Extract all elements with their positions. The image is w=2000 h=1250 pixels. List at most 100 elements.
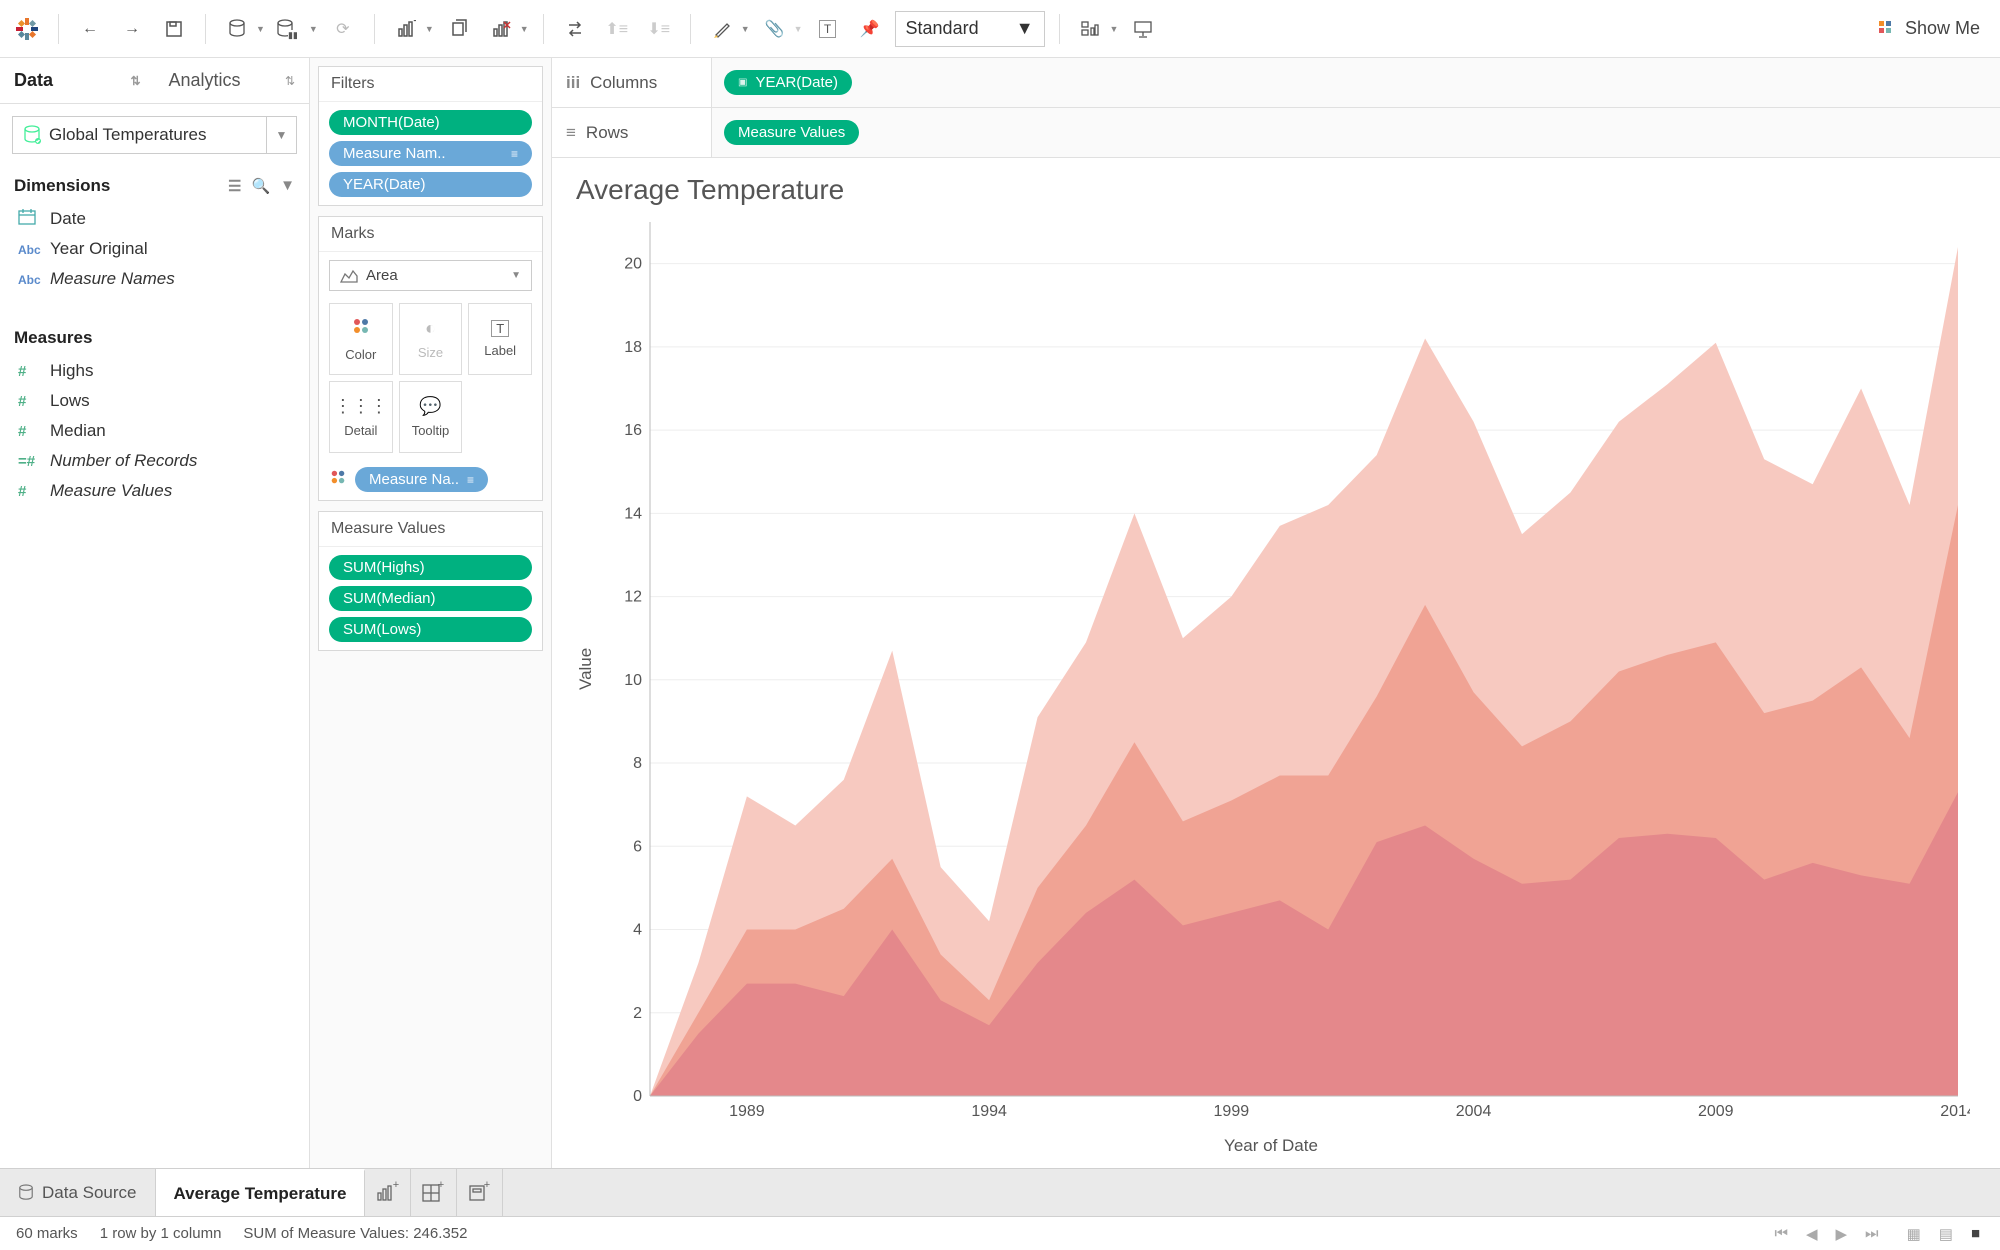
new-worksheet-button[interactable]: + — [365, 1169, 411, 1216]
duplicate-button[interactable] — [442, 12, 476, 46]
measure-lows[interactable]: #Lows — [0, 386, 309, 416]
clear-button[interactable] — [484, 12, 518, 46]
mv-pill-sum-highs-[interactable]: SUM(Highs) — [329, 555, 532, 580]
num-icon: # — [18, 363, 40, 380]
measures-header: Measures — [0, 318, 309, 354]
svg-text:12: 12 — [624, 589, 642, 606]
datasource-dropdown[interactable]: ▼ — [267, 116, 297, 154]
measure-median[interactable]: #Median — [0, 416, 309, 446]
sort-icon[interactable]: ⇅ — [285, 74, 295, 88]
fit-selector[interactable]: Standard▼ — [895, 11, 1045, 47]
area-icon — [340, 269, 358, 283]
svg-text:2: 2 — [633, 1005, 642, 1022]
mark-size-button[interactable]: ◐Size — [399, 303, 463, 375]
chart-plot[interactable]: 0246810121416182019891994199920042009201… — [600, 212, 1970, 1126]
search-icon[interactable]: 🔍 — [251, 177, 270, 195]
view-full-button[interactable]: ■ — [1967, 1223, 1984, 1245]
columns-shelf[interactable]: iiiColumns ▣YEAR(Date) — [552, 58, 2000, 108]
expand-icon: ▣ — [738, 77, 747, 88]
presentation-button[interactable] — [1126, 12, 1160, 46]
view-grid-button[interactable]: ▦ — [1903, 1223, 1925, 1245]
abc-icon: Abc — [18, 242, 40, 257]
nav-prev-button[interactable]: ◀ — [1802, 1223, 1822, 1245]
pause-data-button[interactable]: ▮▮ — [273, 12, 307, 46]
swap-button[interactable] — [558, 12, 592, 46]
mv-pill-sum-median-[interactable]: SUM(Median) — [329, 586, 532, 611]
mark-type-selector[interactable]: Area ▼ — [329, 260, 532, 291]
new-datasource-button[interactable] — [220, 12, 254, 46]
svg-text:14: 14 — [624, 505, 642, 522]
chevron-down-icon[interactable]: ▼ — [425, 24, 434, 34]
show-cards-button[interactable] — [1074, 12, 1108, 46]
measure-number-of-records[interactable]: =#Number of Records — [0, 446, 309, 476]
chevron-down-icon[interactable]: ▼ — [256, 24, 265, 34]
svg-text:20: 20 — [624, 256, 642, 273]
measure-highs[interactable]: #Highs — [0, 356, 309, 386]
num-icon: # — [18, 393, 40, 410]
showme-icon — [1877, 19, 1897, 39]
mark-label-button[interactable]: TLabel — [468, 303, 532, 375]
tab-data-source[interactable]: Data Source — [0, 1169, 156, 1216]
chevron-down-icon[interactable]: ▼ — [1110, 24, 1119, 34]
datasource-selector[interactable]: Global Temperatures — [12, 116, 267, 154]
svg-text:1999: 1999 — [1214, 1103, 1250, 1120]
tooltip-icon: 💬 — [419, 396, 441, 417]
svg-text:10: 10 — [624, 672, 642, 689]
new-story-button[interactable]: + — [457, 1169, 503, 1216]
group-button[interactable]: 📎 — [758, 12, 792, 46]
refresh-button[interactable]: ⟳ — [326, 12, 360, 46]
mv-pill-sum-lows-[interactable]: SUM(Lows) — [329, 617, 532, 642]
view-list-icon[interactable]: ☰ — [228, 177, 241, 195]
chevron-down-icon[interactable]: ▼ — [794, 24, 803, 34]
view-split-button[interactable]: ▤ — [1935, 1223, 1957, 1245]
chevron-down-icon[interactable]: ▼ — [520, 24, 529, 34]
sort-desc-button[interactable]: ⬇≡ — [642, 12, 676, 46]
rows-shelf[interactable]: ≡Rows Measure Values — [552, 108, 2000, 158]
tab-sheet-average-temperature[interactable]: Average Temperature — [156, 1169, 366, 1216]
new-worksheet-button[interactable]: + — [389, 12, 423, 46]
save-button[interactable] — [157, 12, 191, 46]
svg-text:2014: 2014 — [1940, 1103, 1970, 1120]
forward-button[interactable]: → — [115, 12, 149, 46]
dimension-year-original[interactable]: AbcYear Original — [0, 234, 309, 264]
sort-icon: ≡ — [467, 473, 474, 487]
tab-data[interactable]: Data⇅ — [0, 58, 155, 103]
mark-detail-button[interactable]: ⋮⋮⋮Detail — [329, 381, 393, 453]
filter-pill-month-date-[interactable]: MONTH(Date) — [329, 110, 532, 135]
color-pill-measure-names[interactable]: Measure Na..≡ — [355, 467, 488, 492]
size-icon: ◐ — [425, 318, 436, 339]
color-dots-icon — [329, 468, 347, 491]
sort-asc-button[interactable]: ⬆≡ — [600, 12, 634, 46]
chevron-down-icon[interactable]: ▼ — [741, 24, 750, 34]
status-rowcol: 1 row by 1 column — [100, 1225, 222, 1242]
dimension-measure-names[interactable]: AbcMeasure Names — [0, 264, 309, 294]
chevron-down-icon[interactable]: ▼ — [309, 24, 318, 34]
show-me-button[interactable]: Show Me — [1867, 14, 1990, 43]
rows-pill-measure-values[interactable]: Measure Values — [724, 120, 859, 145]
sort-icon: ≡ — [511, 147, 518, 161]
svg-text:4: 4 — [633, 922, 642, 939]
pin-button[interactable]: 📌 — [853, 12, 887, 46]
tab-analytics[interactable]: Analytics⇅ — [155, 58, 310, 103]
mark-tooltip-button[interactable]: 💬Tooltip — [399, 381, 463, 453]
nav-first-button[interactable]: ⏮ — [1770, 1223, 1792, 1245]
columns-pill-year[interactable]: ▣YEAR(Date) — [724, 70, 852, 95]
filter-pill-year-date-[interactable]: YEAR(Date) — [329, 172, 532, 197]
nav-last-button[interactable]: ⏭ — [1861, 1223, 1883, 1245]
new-dashboard-button[interactable]: + — [411, 1169, 457, 1216]
mark-color-button[interactable]: Color — [329, 303, 393, 375]
dimension-date[interactable]: Date — [0, 204, 309, 234]
highlight-button[interactable] — [705, 12, 739, 46]
sort-icon[interactable]: ⇅ — [130, 74, 140, 88]
back-button[interactable]: ← — [73, 12, 107, 46]
text-label-button[interactable]: T — [811, 12, 845, 46]
filter-pill-measure-nam-[interactable]: Measure Nam..≡ — [329, 141, 532, 166]
toolbar: ← → ▼ ▮▮▼ ⟳ +▼ ▼ ⬆≡ ⬇≡ ▼ 📎▼ T 📌 Standard… — [0, 0, 2000, 58]
label-icon: T — [491, 320, 509, 337]
measure-values-title: Measure Values — [319, 512, 542, 547]
measure-measure-values[interactable]: #Measure Values — [0, 476, 309, 506]
nav-next-button[interactable]: ▶ — [1832, 1223, 1852, 1245]
logo-icon[interactable] — [10, 12, 44, 46]
menu-icon[interactable]: ▼ — [280, 177, 295, 195]
filters-card: Filters MONTH(Date)Measure Nam..≡YEAR(Da… — [318, 66, 543, 206]
